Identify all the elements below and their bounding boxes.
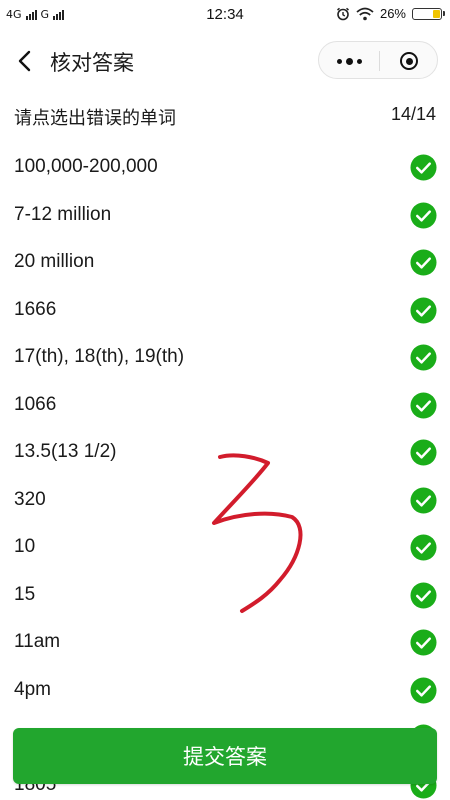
answer-text: 1066 [14,393,57,415]
chevron-left-icon [18,50,31,72]
app-screen: 4G G 12:34 26% 核对答案 请点选出错误的单词 14/14 100,… [0,0,450,800]
check-circle-icon [410,344,437,371]
answer-item-8[interactable]: 320 [0,477,450,525]
status-right: 26% [336,6,445,21]
answer-text: 100,000-200,000 [14,156,158,177]
answer-text: 320 [14,488,46,510]
wifi-icon [356,7,374,20]
check-circle-icon [410,154,437,181]
instruction-row: 请点选出错误的单词 14/14 [14,104,436,132]
answer-item-9[interactable]: 10 [0,524,450,572]
mini-program-capsule [318,41,438,79]
page-title: 核对答案 [50,51,134,75]
answer-item-6[interactable]: 1066 [0,382,450,430]
check-circle-icon [410,581,437,609]
check-circle-icon [410,439,437,466]
check-circle-icon [410,391,437,419]
answer-text: 20 million [14,251,95,272]
progress-counter: 14/14 [390,104,436,124]
alarm-icon [336,7,349,20]
more-button[interactable] [319,42,379,80]
answer-item-4[interactable]: 1666 [0,287,450,335]
answer-item-3[interactable]: 20 million [0,239,450,287]
answer-text: 7-12 million [14,203,112,225]
instruction-text: 请点选出错误的单词 [14,108,176,129]
target-circle-icon [400,52,418,70]
answer-item-5[interactable]: 17(th), 18(th), 19(th) [0,334,450,382]
check-circle-icon [410,629,437,656]
nav-bar: 核对答案 [0,34,450,88]
battery-icon [412,7,445,20]
answer-item-12[interactable]: 4pm [0,667,450,715]
check-circle-icon [410,486,437,514]
back-button[interactable] [14,48,38,74]
check-circle-icon [410,249,437,276]
answer-text: 1666 [14,298,57,320]
answer-item-11[interactable]: 11am [0,619,450,667]
check-circle-icon [410,676,437,704]
answer-item-10[interactable]: 15 [0,572,450,620]
status-bar: 4G G 12:34 26% [0,0,450,34]
answer-item-2[interactable]: 7-12 million [0,192,450,240]
answer-item-7[interactable]: 13.5(13 1/2) [0,429,450,477]
check-circle-icon [410,201,437,229]
answer-text: 17(th), 18(th), 19(th) [14,346,185,367]
answer-text: 4pm [14,678,51,700]
more-dots-icon [336,58,342,64]
answer-text: 11am [14,631,61,652]
answer-text: 13.5(13 1/2) [14,441,117,462]
check-circle-icon [410,534,437,561]
answer-text: 10 [14,536,36,557]
close-button[interactable] [379,42,439,80]
answer-item-1[interactable]: 100,000-200,000 [0,144,450,192]
submit-answers-button[interactable]: 提交答案 [13,728,437,784]
answer-text: 15 [14,583,36,605]
battery-percent: 26% [379,6,406,21]
answer-list: 100,000-200,000 7-12 million 20 million … [0,144,450,800]
check-circle-icon [410,296,437,324]
